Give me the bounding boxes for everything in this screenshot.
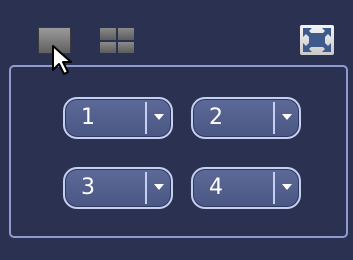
chevron-down-icon[interactable] [154,184,164,190]
select-divider [273,102,275,134]
fullscreen-icon [303,28,331,52]
channel-select-value: 2 [209,105,223,130]
quad-layout-button[interactable] [99,27,135,54]
select-divider [145,102,147,134]
chevron-down-icon[interactable] [282,184,292,190]
fullscreen-button[interactable] [300,25,334,55]
channel-layout-panel: 1 2 3 4 [9,65,348,238]
channel-select-1[interactable]: 1 [63,97,173,139]
chevron-down-icon[interactable] [282,114,292,120]
channel-select-value: 1 [81,105,95,130]
chevron-down-icon[interactable] [154,114,164,120]
select-divider [145,172,147,204]
grid-cell [100,28,116,40]
channel-select-4[interactable]: 4 [191,167,301,209]
grid-cell [100,41,116,53]
channel-select-3[interactable]: 3 [63,167,173,209]
grid-cell [118,28,134,40]
grid-cell [118,41,134,53]
channel-select-value: 4 [209,175,223,200]
channel-select-2[interactable]: 2 [191,97,301,139]
channel-select-value: 3 [81,175,95,200]
single-layout-button[interactable] [38,27,71,54]
select-divider [273,172,275,204]
